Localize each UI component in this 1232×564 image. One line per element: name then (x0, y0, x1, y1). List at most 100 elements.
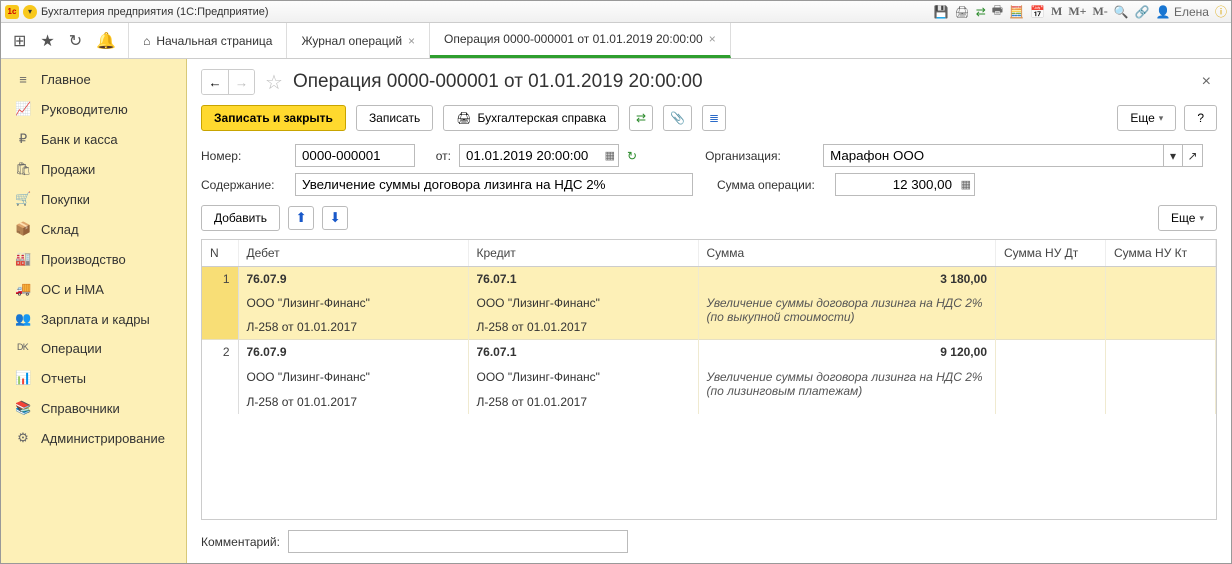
date-from-label: от: (423, 149, 451, 163)
link-icon[interactable]: 🔗 (1135, 5, 1150, 19)
table-row[interactable]: ООО "Лизинг-Финанс"ООО "Лизинг-Финанс"Ув… (202, 291, 1216, 315)
sidebar-item-10[interactable]: 📊Отчеты (1, 363, 186, 393)
calc-icon[interactable]: 🧮 (1009, 5, 1024, 19)
more-button[interactable]: Еще (1117, 105, 1176, 131)
notifications-icon[interactable]: 🔔 (96, 31, 116, 51)
table-row[interactable]: 276.07.976.07.19 120,00 (202, 340, 1216, 365)
sidebar-item-1[interactable]: 📈Руководителю (1, 94, 186, 124)
sidebar-icon: 🏭 (15, 251, 31, 267)
col-sum-nu-kt[interactable]: Сумма НУ Кт (1106, 240, 1216, 267)
cell-credit-acc[interactable]: 76.07.1 (468, 340, 698, 365)
cell-sum[interactable]: 3 180,00 (698, 267, 996, 292)
sidebar-item-11[interactable]: 📚Справочники (1, 393, 186, 423)
cell-debit-sub2[interactable]: Л-258 от 01.01.2017 (238, 390, 468, 415)
info-icon[interactable]: ⓘ (1215, 3, 1227, 20)
cell-debit-sub2[interactable]: Л-258 от 01.01.2017 (238, 315, 468, 340)
sidebar-item-label: Справочники (41, 401, 120, 416)
sidebar-item-0[interactable]: ≡Главное (1, 65, 186, 94)
m-plus-button[interactable]: M+ (1068, 4, 1086, 19)
tab-operation[interactable]: Операция 0000-000001 от 01.01.2019 20:00… (430, 23, 731, 58)
cell-nu-kt[interactable] (1106, 340, 1216, 365)
help-button[interactable]: ? (1184, 105, 1217, 131)
nav-back-button[interactable]: ← (202, 70, 228, 94)
m-minus-button[interactable]: M- (1092, 4, 1107, 19)
sidebar-item-3[interactable]: 🛍Продажи (1, 154, 186, 184)
sidebar-item-4[interactable]: 🛒Покупки (1, 184, 186, 214)
sidebar-item-5[interactable]: 📦Склад (1, 214, 186, 244)
cell-sum[interactable]: 9 120,00 (698, 340, 996, 365)
document-close-icon[interactable]: × (1202, 73, 1217, 91)
apps-icon[interactable]: ⊞ (13, 31, 26, 51)
add-row-button[interactable]: Добавить (201, 205, 280, 231)
move-down-button[interactable]: ⬇ (322, 206, 348, 230)
dt-kt-button[interactable]: ⇄ (629, 105, 653, 131)
sidebar-item-7[interactable]: 🚚ОС и НМА (1, 274, 186, 304)
sidebar-item-label: ОС и НМА (41, 282, 104, 297)
app-menu-dropdown-icon[interactable]: ▾ (23, 5, 37, 19)
favorite-star-icon[interactable]: ☆ (265, 70, 283, 95)
cell-nu-dt[interactable] (996, 267, 1106, 292)
cell-debit-acc[interactable]: 76.07.9 (238, 340, 468, 365)
sidebar-item-label: Администрирование (41, 431, 165, 446)
col-credit[interactable]: Кредит (468, 240, 698, 267)
table-row[interactable]: ООО "Лизинг-Финанс"ООО "Лизинг-Финанс"Ув… (202, 365, 1216, 390)
tab-journal[interactable]: Журнал операций × (287, 23, 430, 58)
save-button[interactable]: Записать (356, 105, 433, 131)
sidebar-item-6[interactable]: 🏭Производство (1, 244, 186, 274)
cell-credit-acc[interactable]: 76.07.1 (468, 267, 698, 292)
content-field[interactable] (295, 173, 693, 196)
table-row[interactable]: 176.07.976.07.13 180,00 (202, 267, 1216, 292)
cell-debit-sub1[interactable]: ООО "Лизинг-Финанс" (238, 365, 468, 390)
m-button[interactable]: M (1051, 4, 1062, 19)
cell-nu-dt[interactable] (996, 340, 1106, 365)
tab-home[interactable]: ⌂ Начальная страница (129, 23, 287, 58)
list-button[interactable]: ≣ (702, 105, 726, 131)
col-debit[interactable]: Дебет (238, 240, 468, 267)
print-icon[interactable]: 🖨 (954, 5, 969, 19)
cell-credit-sub2[interactable]: Л-258 от 01.01.2017 (468, 315, 698, 340)
sidebar-item-label: Главное (41, 72, 91, 87)
save-icon[interactable]: 💾 (934, 5, 949, 19)
organization-field[interactable] (823, 144, 1163, 167)
print2-icon[interactable]: 🖶 (992, 1, 1003, 22)
open-icon[interactable]: ↗ (1183, 144, 1203, 167)
calendar-icon[interactable]: 📅 (1030, 5, 1045, 19)
accounting-reference-button[interactable]: 🖨 Бухгалтерская справка (443, 105, 619, 131)
cell-credit-sub1[interactable]: ООО "Лизинг-Финанс" (468, 291, 698, 315)
dropdown-icon[interactable]: ▾ (1163, 144, 1183, 167)
cell-n: 1 (202, 267, 238, 340)
sidebar-item-2[interactable]: ₽Банк и касса (1, 124, 186, 154)
date-field[interactable] (459, 144, 619, 167)
save-and-close-button[interactable]: Записать и закрыть (201, 105, 346, 131)
attach-button[interactable]: 📎 (663, 105, 692, 131)
col-n[interactable]: N (202, 240, 238, 267)
compare-icon[interactable]: ⇄ (976, 5, 986, 19)
sidebar-item-label: Операции (41, 341, 102, 356)
favorite-icon[interactable]: ★ (40, 31, 54, 51)
refresh-date-icon[interactable]: ↻ (627, 149, 637, 163)
comment-field[interactable] (288, 530, 628, 553)
sidebar-item-label: Продажи (41, 162, 95, 177)
number-field[interactable] (295, 144, 415, 167)
tab-close-icon[interactable]: × (408, 34, 415, 48)
zoom-icon[interactable]: 🔍 (1114, 5, 1129, 19)
operation-sum-field[interactable] (835, 173, 975, 196)
col-sum-nu-dt[interactable]: Сумма НУ Дт (996, 240, 1106, 267)
cell-credit-sub1[interactable]: ООО "Лизинг-Финанс" (468, 365, 698, 390)
move-up-button[interactable]: ⬆ (288, 206, 314, 230)
history-icon[interactable]: ↻ (69, 31, 82, 51)
cell-debit-acc[interactable]: 76.07.9 (238, 267, 468, 292)
sidebar-item-12[interactable]: ⚙Администрирование (1, 423, 186, 453)
col-sum[interactable]: Сумма (698, 240, 996, 267)
grid-more-button[interactable]: Еще (1158, 205, 1217, 231)
entries-grid[interactable]: N Дебет Кредит Сумма Сумма НУ Дт Сумма Н… (201, 239, 1217, 520)
window-titlebar: 1c ▾ Бухгалтерия предприятия (1С:Предпри… (1, 1, 1231, 23)
user-label[interactable]: 👤 Елена (1156, 5, 1209, 19)
cell-credit-sub2[interactable]: Л-258 от 01.01.2017 (468, 390, 698, 415)
sidebar-item-9[interactable]: ᴰᴷОперации (1, 334, 186, 363)
cell-debit-sub1[interactable]: ООО "Лизинг-Финанс" (238, 291, 468, 315)
cell-nu-kt[interactable] (1106, 267, 1216, 292)
sidebar-item-8[interactable]: 👥Зарплата и кадры (1, 304, 186, 334)
comment-label: Комментарий: (201, 535, 280, 549)
tab-close-icon[interactable]: × (709, 32, 716, 46)
